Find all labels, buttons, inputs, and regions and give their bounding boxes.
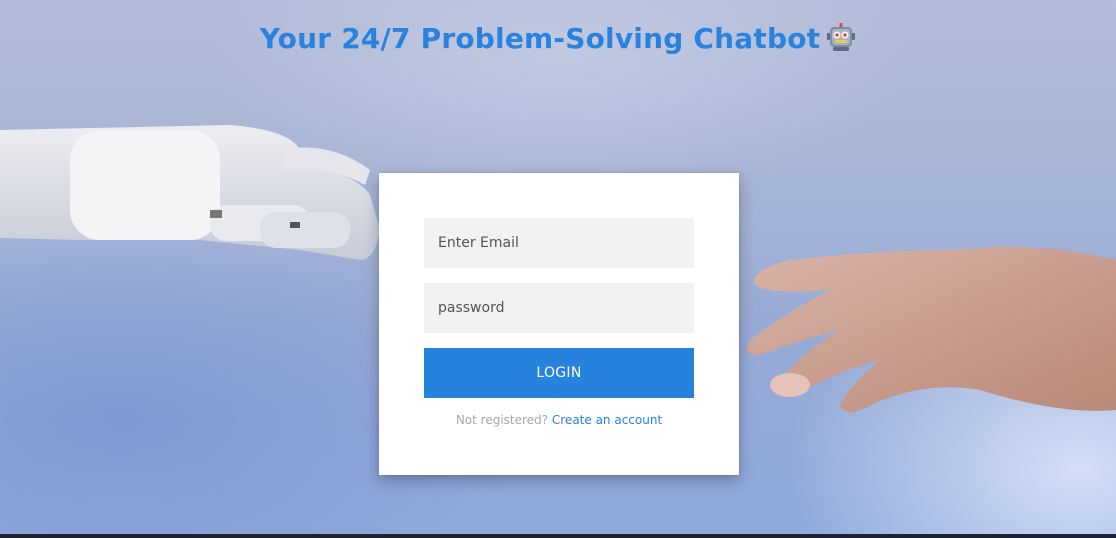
register-prompt: Not registered? (455, 413, 549, 427)
email-field[interactable] (424, 218, 694, 268)
register-line: Not registered? Create an account (379, 413, 739, 427)
login-button[interactable]: LOGIN (424, 348, 694, 398)
login-card: LOGIN Not registered? Create an account (379, 173, 739, 475)
login-page: Your 24/7 Problem-Solving Chatbot LOGIN … (0, 0, 1116, 538)
robot-face-icon (827, 23, 856, 51)
create-account-link[interactable]: Create an account (552, 413, 662, 427)
robot-hand-image (0, 125, 380, 260)
password-field[interactable] (424, 283, 694, 333)
page-title: Your 24/7 Problem-Solving Chatbot (0, 22, 1116, 55)
bottom-bar (0, 534, 1116, 538)
human-hand-image (746, 246, 1116, 413)
page-title-text: Your 24/7 Problem-Solving Chatbot (259, 22, 821, 55)
